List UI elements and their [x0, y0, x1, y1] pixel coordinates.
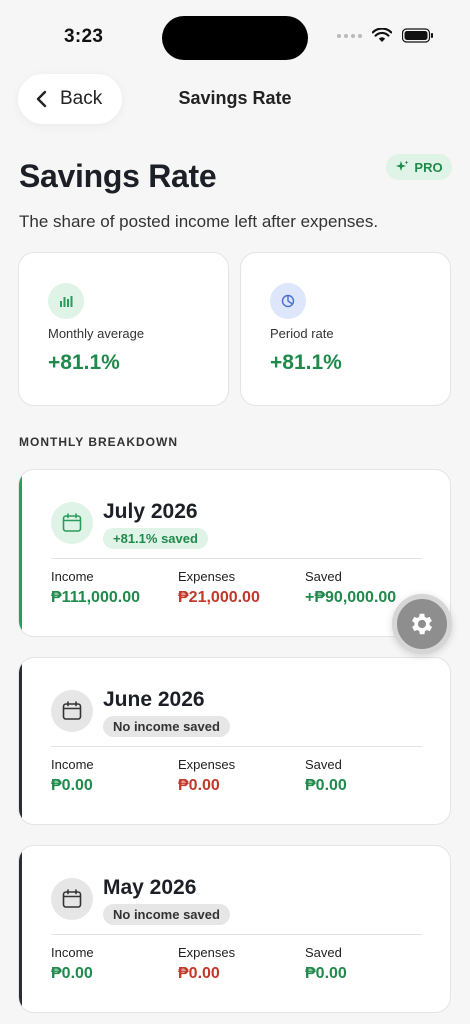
wifi-icon	[372, 28, 392, 42]
summary-value: +81.1%	[48, 351, 120, 374]
status-bar: 3:23	[0, 0, 470, 70]
expenses-value: ₱0.00	[178, 965, 220, 982]
settings-button[interactable]	[392, 594, 452, 654]
expenses-value: ₱0.00	[178, 777, 220, 794]
saved-label: Saved	[305, 945, 342, 960]
income-value: ₱0.00	[51, 965, 93, 982]
battery-icon	[402, 28, 433, 43]
expenses-label: Expenses	[178, 757, 236, 772]
month-name: July 2026	[103, 500, 198, 523]
calendar-icon	[51, 878, 93, 920]
gear-icon	[411, 613, 433, 635]
status-badge: +81.1% saved	[103, 528, 208, 549]
expenses-value: ₱21,000.00	[178, 589, 260, 606]
calendar-icon	[51, 502, 93, 544]
divider	[51, 934, 422, 935]
saved-label: Saved	[305, 757, 342, 772]
month-card-july[interactable]: July 2026 +81.1% saved Income Expenses S…	[18, 469, 451, 637]
income-value: ₱111,000.00	[51, 589, 140, 606]
month-name: May 2026	[103, 876, 197, 899]
section-label: MONTHLY BREAKDOWN	[19, 435, 179, 449]
month-name: June 2026	[103, 688, 205, 711]
month-card-june[interactable]: June 2026 No income saved Income Expense…	[18, 657, 451, 825]
sparkle-icon	[396, 160, 409, 171]
divider	[51, 558, 422, 559]
status-badge: No income saved	[103, 716, 230, 737]
status-badge: No income saved	[103, 904, 230, 925]
screen: 3:23 Back Savings Rate Savings Rate PRO …	[0, 0, 470, 1024]
pro-badge: PRO	[386, 154, 452, 180]
card-accent	[19, 470, 22, 636]
saved-value: +₱90,000.00	[305, 589, 397, 606]
status-icons	[337, 28, 434, 43]
saved-value: ₱0.00	[305, 777, 347, 794]
summary-label: Monthly average	[48, 326, 145, 341]
expenses-label: Expenses	[178, 569, 236, 584]
expenses-label: Expenses	[178, 945, 236, 960]
card-accent	[19, 846, 22, 1012]
bar-chart-icon	[48, 283, 84, 319]
saved-label: Saved	[305, 569, 342, 584]
card-accent	[19, 658, 22, 824]
summary-value: +81.1%	[270, 351, 342, 374]
income-label: Income	[51, 569, 94, 584]
income-value: ₱0.00	[51, 777, 93, 794]
pie-chart-icon	[270, 283, 306, 319]
page-subtitle: The share of posted income left after ex…	[19, 212, 379, 231]
signal-icon	[337, 33, 362, 38]
calendar-icon	[51, 690, 93, 732]
nav-title: Savings Rate	[178, 88, 292, 108]
summary-card-monthly-average: Monthly average +81.1%	[18, 252, 229, 406]
divider	[51, 746, 422, 747]
page-title: Savings Rate	[19, 158, 217, 194]
summary-label: Period rate	[270, 326, 334, 341]
summary-card-period-rate: Period rate +81.1%	[240, 252, 451, 406]
dynamic-island	[162, 16, 308, 60]
saved-value: ₱0.00	[305, 965, 347, 982]
income-label: Income	[51, 757, 94, 772]
pro-label: PRO	[414, 159, 443, 175]
income-label: Income	[51, 945, 94, 960]
status-time: 3:23	[64, 26, 104, 47]
month-card-may[interactable]: May 2026 No income saved Income Expenses…	[18, 845, 451, 1013]
